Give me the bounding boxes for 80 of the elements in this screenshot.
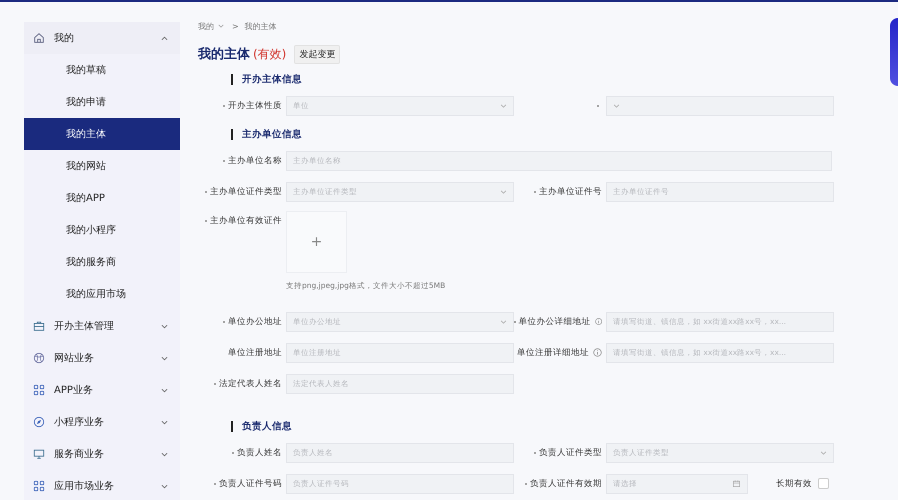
field-label: 负责人证件有效期 [530, 478, 602, 490]
sidebar-item[interactable]: 我的小程序 [24, 214, 180, 246]
sidebar-item[interactable]: 我的服务商 [24, 246, 180, 278]
info-icon [593, 348, 602, 357]
required-mark [214, 482, 216, 484]
field-label: 单位办公详细地址 [518, 316, 591, 328]
house-icon [33, 32, 45, 44]
required-mark [534, 452, 536, 454]
field-label: 主办单位名称 [228, 154, 282, 166]
required-mark [597, 104, 599, 106]
section-title: 负责人信息 [242, 420, 292, 432]
chevron-icon [500, 104, 507, 108]
chevron-icon [161, 452, 168, 456]
monitor-icon [33, 448, 45, 460]
status-label: (有效) [253, 46, 286, 62]
required-mark [232, 452, 234, 454]
grid-icon [33, 480, 45, 492]
sidebar-group[interactable]: 小程序业务 [24, 406, 180, 438]
sidebar-group[interactable]: 我的 [24, 22, 180, 54]
chevron-icon [161, 36, 168, 40]
section-title: 开办主体信息 [242, 72, 302, 86]
chevron-icon [161, 324, 168, 328]
field-label: 单位注册详细地址 [517, 346, 589, 358]
required-mark [223, 160, 225, 162]
select-field[interactable] [606, 96, 834, 116]
grid-icon [33, 384, 45, 396]
required-mark [514, 320, 516, 322]
chevron-icon [820, 450, 827, 454]
breadcrumb-separator: > [232, 22, 239, 30]
checkbox[interactable] [818, 478, 829, 489]
sidebar-group[interactable]: APP业务 [24, 374, 180, 406]
field-label: 主办单位证件号 [539, 186, 602, 198]
required-mark [205, 190, 207, 192]
change-button[interactable]: 发起变更 [294, 44, 340, 64]
required-mark [534, 190, 536, 192]
sidebar-group[interactable]: 开办主体管理 [24, 310, 180, 342]
chevron-icon [218, 24, 224, 28]
info-icon [594, 317, 602, 326]
chevron-icon [161, 484, 168, 488]
field-label: 开办主体性质 [228, 100, 282, 112]
field-label: 单位办公地址 [228, 316, 282, 328]
required-mark [223, 104, 225, 106]
chevron-icon [161, 356, 168, 360]
chevron-icon [500, 320, 507, 324]
sidebar-item[interactable]: 我的APP [24, 182, 180, 214]
page-title: 我的主体 [198, 46, 250, 63]
sidebar-item[interactable]: 我的网站 [24, 150, 180, 182]
chevron-icon [613, 104, 620, 108]
breadcrumb-link[interactable]: 我的 [198, 20, 214, 32]
sidebar-item[interactable]: 我的应用市场 [24, 278, 180, 310]
section-marker [231, 420, 233, 432]
sidebar-item[interactable]: 我的草稿 [24, 54, 180, 86]
required-mark [205, 220, 207, 222]
sidebar-group[interactable]: 应用市场业务 [24, 470, 180, 500]
required-mark [223, 320, 225, 322]
required-mark [214, 382, 216, 384]
chevron-icon [161, 420, 168, 424]
field-label: 负责人证件号码 [219, 478, 282, 490]
calendar-icon [732, 479, 741, 488]
compass-icon [33, 416, 45, 428]
field-label: 负责人姓名 [237, 446, 282, 458]
checkbox-label: 长期有效 [776, 478, 812, 490]
section-marker [231, 128, 233, 140]
chevron-icon [500, 190, 507, 194]
globe-icon [33, 352, 45, 364]
required-mark [525, 482, 527, 484]
field-label: 负责人证件类型 [539, 446, 602, 458]
sidebar-group[interactable]: 服务商业务 [24, 438, 180, 470]
section-title: 主办单位信息 [242, 128, 302, 140]
chevron-icon [161, 388, 168, 392]
field-label: 主办单位有效证件 [210, 215, 282, 227]
sidebar-item[interactable]: 我的主体 [24, 118, 180, 150]
sidebar-item[interactable]: 我的申请 [24, 86, 180, 118]
section-marker [231, 74, 233, 84]
field-label: 单位注册地址 [228, 346, 282, 358]
breadcrumb-link[interactable]: 我的主体 [244, 20, 277, 32]
field-label: 法定代表人姓名 [219, 378, 282, 390]
sidebar-group[interactable]: 网站业务 [24, 342, 180, 374]
briefcase-icon [33, 320, 45, 332]
field-label: 主办单位证件类型 [210, 186, 282, 198]
